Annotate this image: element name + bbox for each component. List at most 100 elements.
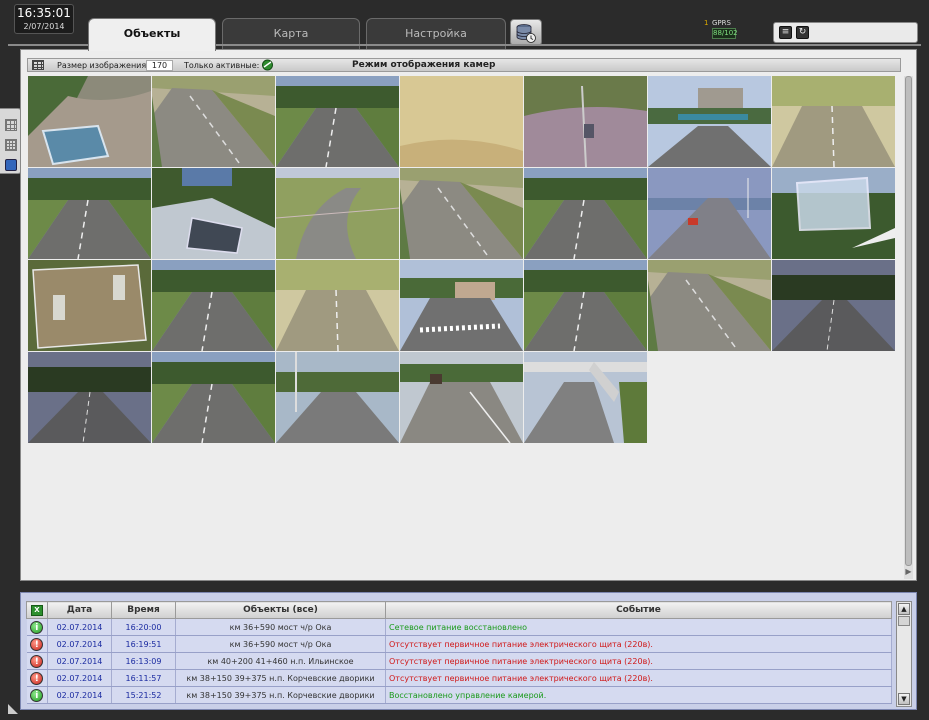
list-icon[interactable]: ≡: [779, 26, 792, 39]
event-status: !: [26, 652, 48, 670]
event-status: i: [26, 618, 48, 636]
info-status-icon: i: [30, 620, 44, 634]
camera-thumbnail[interactable]: [400, 76, 523, 167]
camera-thumbnail[interactable]: [400, 352, 523, 443]
clock-date: 2/07/2014: [23, 22, 65, 31]
camera-thumbnail[interactable]: [400, 168, 523, 259]
event-status: !: [26, 635, 48, 653]
camera-image: [524, 260, 647, 351]
camera-thumbnail[interactable]: [276, 352, 399, 443]
event-text: Сетевое питание восстановлено: [385, 618, 892, 636]
event-time: 16:13:09: [111, 652, 176, 670]
event-time: 16:19:51: [111, 635, 176, 653]
camera-image: [152, 76, 275, 167]
events-scroll-thumb[interactable]: [898, 616, 910, 626]
grid-small-icon[interactable]: [5, 139, 17, 151]
camera-thumbnail[interactable]: [152, 168, 275, 259]
camera-image: [524, 168, 647, 259]
camera-thumbnail[interactable]: [648, 76, 771, 167]
camera-image: [524, 352, 647, 443]
camera-icon[interactable]: [5, 159, 17, 171]
camera-thumbnail[interactable]: [524, 168, 647, 259]
database-button[interactable]: [510, 19, 542, 46]
camera-thumbnail[interactable]: [648, 260, 771, 351]
camera-image: [28, 168, 151, 259]
col-event[interactable]: Событие: [385, 601, 892, 619]
camera-image: [152, 168, 275, 259]
event-status: !: [26, 669, 48, 687]
event-row[interactable]: ! 02.07.2014 16:11:57 км 38+150 39+375 н.п.…: [26, 669, 892, 687]
cameras-mode-title: Режим отображения камер: [352, 60, 496, 70]
gprs-value: 88/102: [712, 28, 738, 39]
col-date[interactable]: Дата: [47, 601, 112, 619]
event-row[interactable]: ! 02.07.2014 16:13:09 км 40+200 41+460 н.п.…: [26, 652, 892, 670]
scroll-right-icon[interactable]: ▶: [904, 567, 913, 579]
camera-thumbnail[interactable]: [276, 76, 399, 167]
camera-image: [648, 76, 771, 167]
event-row[interactable]: ! 02.07.2014 16:19:51 км 36+590 мост ч/р Ок…: [26, 635, 892, 653]
info-status-icon: i: [30, 688, 44, 702]
camera-thumbnail[interactable]: [28, 352, 151, 443]
camera-image: [648, 260, 771, 351]
event-time: 16:11:57: [111, 669, 176, 687]
event-date: 02.07.2014: [47, 686, 112, 704]
camera-thumbnail[interactable]: [152, 260, 275, 351]
scroll-down-icon[interactable]: ▼: [898, 693, 910, 705]
only-active-toggle-icon[interactable]: [261, 59, 274, 71]
alert-status-icon: !: [30, 654, 44, 668]
cameras-scrollbar[interactable]: ▶: [904, 76, 913, 579]
camera-thumbnail[interactable]: [28, 168, 151, 259]
event-text: Отсутствует первичное питание электричес…: [385, 635, 892, 653]
camera-thumbnail[interactable]: [648, 168, 771, 259]
event-time: 15:21:52: [111, 686, 176, 704]
cameras-panel: Размер изображения: 170 Только активные:…: [20, 49, 917, 581]
camera-thumbnail[interactable]: [772, 260, 895, 351]
event-row[interactable]: i 02.07.2014 16:20:00 км 36+590 мост ч/р Ок…: [26, 618, 892, 636]
database-icon: [516, 23, 536, 43]
camera-thumbnail[interactable]: [276, 168, 399, 259]
view-mode-sidebar: [0, 108, 22, 174]
camera-thumbnail[interactable]: [524, 76, 647, 167]
camera-thumbnail[interactable]: [524, 260, 647, 351]
gprs-label: GPRS: [712, 19, 731, 27]
camera-thumbnail[interactable]: [524, 352, 647, 443]
clock-display: 16:35:01 2/07/2014: [14, 4, 74, 34]
export-excel-header[interactable]: X: [26, 601, 48, 619]
grid-large-icon[interactable]: [5, 119, 17, 131]
event-object: км 36+590 мост ч/р Ока: [175, 618, 386, 636]
scroll-up-icon[interactable]: ▲: [898, 603, 910, 615]
top-tools-panel: ≡ ↻: [773, 22, 918, 43]
events-panel: X Дата Время Объекты (все) Событие i 02.0…: [20, 592, 917, 710]
camera-thumbnail[interactable]: [772, 76, 895, 167]
camera-image: [772, 76, 895, 167]
camera-thumbnail[interactable]: [772, 168, 895, 259]
camera-image: [276, 76, 399, 167]
image-size-label: Размер изображения:: [57, 61, 149, 70]
camera-image: [276, 168, 399, 259]
camera-image: [276, 260, 399, 351]
grid-icon[interactable]: [32, 60, 44, 70]
clock-time: 16:35:01: [17, 6, 71, 20]
event-object: км 38+150 39+375 н.п. Корчевские дворики: [175, 686, 386, 704]
event-text: Восстановлено управление камерой.: [385, 686, 892, 704]
image-size-input[interactable]: 170: [146, 60, 173, 71]
camera-thumbnail[interactable]: [28, 76, 151, 167]
camera-thumbnail[interactable]: [400, 260, 523, 351]
event-row[interactable]: i 02.07.2014 15:21:52 км 38+150 39+375 н.п.…: [26, 686, 892, 704]
refresh-icon[interactable]: ↻: [796, 26, 809, 39]
camera-thumbnail[interactable]: [152, 76, 275, 167]
col-objects[interactable]: Объекты (все): [175, 601, 386, 619]
tab-objects[interactable]: Объекты: [88, 18, 216, 51]
event-text: Отсутствует первичное питание электричес…: [385, 669, 892, 687]
camera-thumbnail[interactable]: [276, 260, 399, 351]
camera-thumbnail[interactable]: [28, 260, 151, 351]
excel-icon[interactable]: X: [31, 604, 43, 616]
only-active-label: Только активные:: [184, 61, 260, 70]
scrollbar-thumb[interactable]: [905, 76, 912, 566]
camera-image: [276, 352, 399, 443]
camera-thumbnail[interactable]: [152, 352, 275, 443]
events-scrollbar[interactable]: ▲ ▼: [896, 601, 912, 707]
camera-image: [400, 260, 523, 351]
col-time[interactable]: Время: [111, 601, 176, 619]
resize-corner-icon[interactable]: [8, 704, 18, 714]
